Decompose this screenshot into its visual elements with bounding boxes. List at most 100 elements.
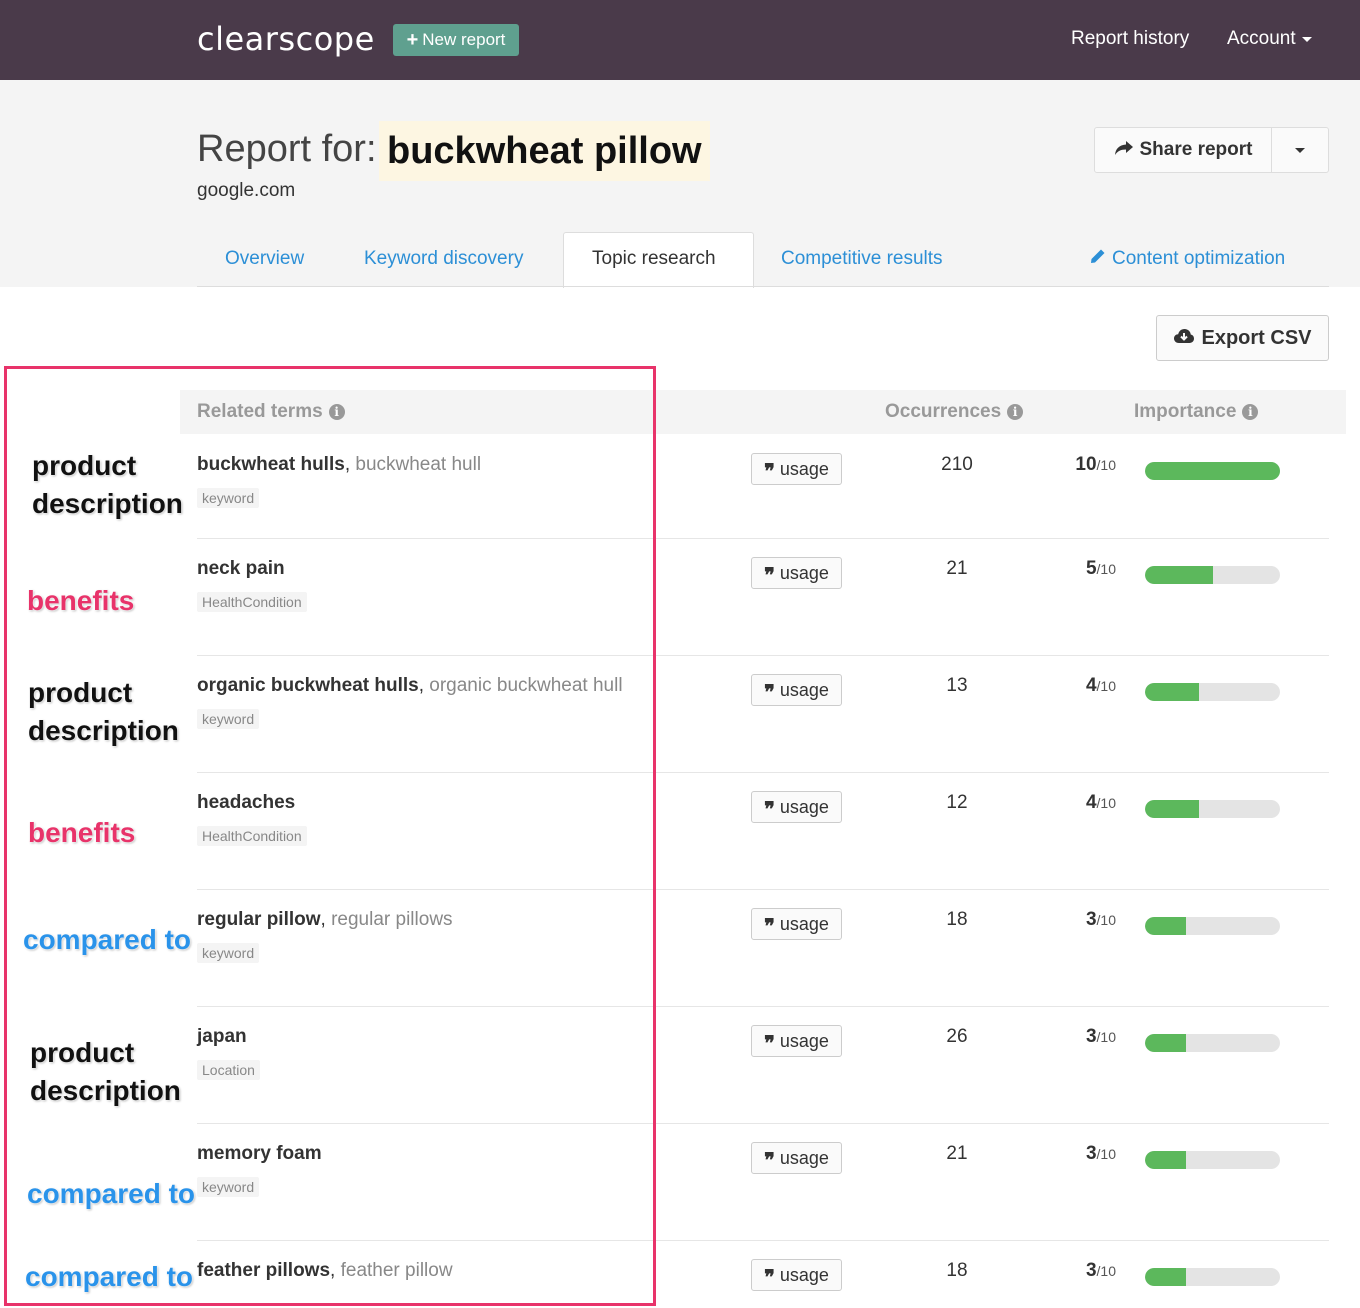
occurrences-value: 18 <box>946 1260 968 1281</box>
row-divider <box>197 655 1329 656</box>
importance-bar-fill <box>1145 462 1280 480</box>
importance-bar-fill <box>1145 1268 1186 1286</box>
importance-score: 10/10 <box>1050 454 1116 476</box>
entity-tag: HealthCondition <box>197 826 307 846</box>
tab-content-optimization-label: Content optimization <box>1112 248 1286 269</box>
importance-denominator: /10 <box>1096 678 1116 694</box>
share-options-toggle[interactable] <box>1272 128 1328 172</box>
term-variant: buckwheat hull <box>355 454 482 475</box>
annotation-label: compared to <box>23 924 192 955</box>
app-logo[interactable]: clearscope <box>197 20 375 58</box>
quote-icon: ❞ <box>764 914 775 938</box>
column-header-label: Occurrences <box>885 401 1002 422</box>
usage-label: usage <box>779 1030 829 1051</box>
occurrences-value: 12 <box>946 792 968 813</box>
term-cell: memory foam, <box>197 1143 322 1165</box>
term-name: organic buckwheat hulls <box>197 675 419 696</box>
term-separator: , <box>320 909 332 930</box>
pencil-icon <box>1090 248 1106 270</box>
importance-bar <box>1145 1151 1280 1169</box>
term-separator: , <box>344 454 356 475</box>
export-csv-button[interactable]: Export CSV <box>1156 315 1329 361</box>
occurrences-value: 21 <box>946 1143 968 1164</box>
quote-icon: ❞ <box>764 459 775 483</box>
share-report-label: Share report <box>1139 139 1253 160</box>
row-divider <box>197 889 1329 890</box>
term-cell: neck pain, <box>197 558 285 580</box>
importance-bar-fill <box>1145 1151 1186 1169</box>
usage-button[interactable]: ❞ usage <box>751 557 842 589</box>
occurrences-value: 210 <box>941 454 973 475</box>
usage-label: usage <box>779 913 829 934</box>
row-divider <box>197 1123 1329 1124</box>
export-csv-label: Export CSV <box>1201 326 1312 349</box>
chevron-down-icon <box>1301 36 1312 42</box>
term-name: neck pain <box>197 558 285 579</box>
table-row: headaches, HealthCondition ❞usage 12 4/1… <box>0 772 1360 889</box>
info-icon[interactable]: i <box>328 404 345 420</box>
column-header-label: Importance <box>1134 401 1237 422</box>
importance-value: 4 <box>1085 792 1097 813</box>
column-header-label: Related terms <box>197 401 323 422</box>
tab-content-optimization[interactable]: Content optimization <box>1090 248 1285 270</box>
usage-button[interactable]: ❞ usage <box>751 674 842 706</box>
tabs-divider <box>197 286 1329 287</box>
quote-icon: ❞ <box>764 1265 775 1289</box>
usage-button[interactable]: ❞ usage <box>751 791 842 823</box>
term-variant: organic buckwheat hull <box>429 675 623 696</box>
importance-denominator: /10 <box>1096 1263 1116 1279</box>
entity-tag: keyword <box>197 488 260 508</box>
importance-value: 10 <box>1075 454 1097 475</box>
column-header-occurrences[interactable]: Occurrences i <box>885 401 1024 423</box>
tab-keyword-discovery[interactable]: Keyword discovery <box>364 248 523 270</box>
account-menu[interactable]: Account <box>1227 28 1312 50</box>
importance-score: 3/10 <box>1050 909 1116 931</box>
usage-button[interactable]: ❞ usage <box>751 453 842 485</box>
table-row: organic buckwheat hulls, organic buckwhe… <box>0 655 1360 772</box>
new-report-button[interactable]: + New report <box>393 24 519 56</box>
row-divider <box>197 1240 1329 1241</box>
usage-button[interactable]: ❞ usage <box>751 1142 842 1174</box>
tab-competitive-results[interactable]: Competitive results <box>781 248 943 270</box>
occurrences-value: 18 <box>946 909 968 930</box>
importance-bar <box>1145 462 1280 480</box>
info-icon[interactable]: i <box>1242 404 1259 420</box>
table-row: memory foam, keyword ❞usage 21 3/10 <box>0 1123 1360 1240</box>
usage-button[interactable]: ❞ usage <box>751 908 842 940</box>
importance-bar <box>1145 917 1280 935</box>
row-divider <box>197 772 1329 773</box>
importance-value: 3 <box>1085 909 1097 930</box>
importance-score: 4/10 <box>1050 675 1116 697</box>
term-name: japan <box>197 1026 247 1047</box>
annotation-label: benefits <box>28 817 136 848</box>
new-report-label: New report <box>422 30 506 49</box>
report-for-label: Report for: <box>197 128 377 170</box>
importance-denominator: /10 <box>1096 1029 1116 1045</box>
cloud-download-icon <box>1173 327 1195 350</box>
usage-label: usage <box>779 562 829 583</box>
info-icon[interactable]: i <box>1007 404 1024 420</box>
term-separator: , <box>418 675 430 696</box>
column-header-importance[interactable]: Importance i <box>1134 401 1259 423</box>
annotation-label: product description <box>32 450 183 519</box>
share-report-button[interactable]: Share report <box>1095 128 1272 172</box>
usage-button[interactable]: ❞ usage <box>751 1025 842 1057</box>
occurrences-value: 21 <box>946 558 968 579</box>
importance-score: 4/10 <box>1050 792 1116 814</box>
importance-denominator: /10 <box>1096 1146 1116 1162</box>
report-history-link[interactable]: Report history <box>1071 28 1189 50</box>
term-separator: , <box>330 1260 341 1281</box>
usage-label: usage <box>779 1147 829 1168</box>
annotation-label: compared to <box>25 1261 194 1292</box>
importance-bar-fill <box>1145 1034 1186 1052</box>
importance-denominator: /10 <box>1096 795 1116 811</box>
importance-bar-fill <box>1145 683 1199 701</box>
term-cell: headaches, <box>197 792 295 814</box>
table-row: feather pillows, feather pillow ❞ usage 1… <box>0 1240 1360 1308</box>
term-cell: feather pillows, feather pillow <box>197 1260 453 1282</box>
tab-overview[interactable]: Overview <box>225 248 304 270</box>
tab-topic-research[interactable]: Topic research <box>592 248 716 270</box>
usage-label: usage <box>779 679 829 700</box>
usage-button[interactable]: ❞ usage <box>751 1259 842 1291</box>
column-header-related-terms[interactable]: Related terms i <box>197 401 345 423</box>
